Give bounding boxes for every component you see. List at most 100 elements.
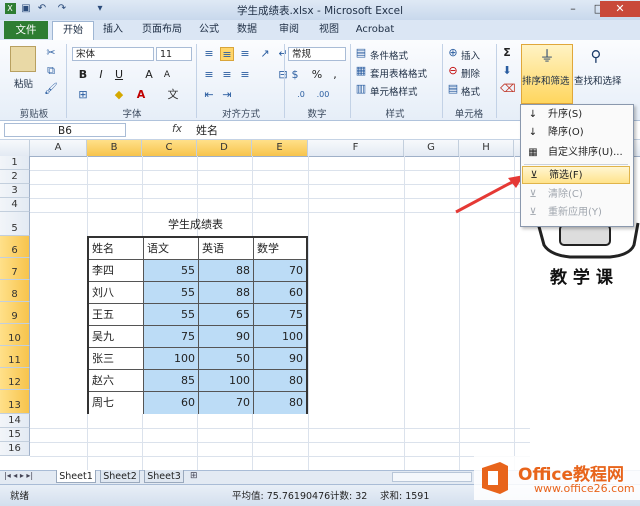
score-cell[interactable]: 80 [254, 392, 306, 414]
column-header-d[interactable]: D [197, 140, 252, 156]
column-header-a[interactable]: A [30, 140, 87, 156]
percent-button[interactable]: % [310, 68, 324, 82]
copy-icon[interactable]: ⧉ [44, 64, 58, 78]
score-cell[interactable]: 55 [144, 304, 199, 326]
score-cell[interactable]: 100 [199, 370, 254, 392]
cell-styles-button[interactable]: 单元格样式 [370, 84, 418, 98]
increase-indent-icon[interactable]: ⇥ [220, 88, 234, 102]
score-cell[interactable]: 70 [254, 260, 306, 282]
row-header-10[interactable]: 10 [0, 324, 30, 346]
italic-button[interactable]: I [94, 68, 108, 82]
align-bottom-icon[interactable]: ≡ [238, 47, 252, 61]
menu-item-filter[interactable]: ⊻ 筛选(F) [522, 166, 630, 184]
phonetic-button[interactable]: 文 [166, 88, 180, 102]
score-cell[interactable]: 60 [144, 392, 199, 414]
row-header-11[interactable]: 11 [0, 346, 30, 368]
fill-color-icon[interactable]: ◆ [112, 88, 126, 102]
row-header-2[interactable]: 2 [0, 170, 30, 184]
header-cell[interactable]: 语文 [144, 238, 199, 260]
format-as-table-button[interactable]: 套用表格格式 [370, 66, 427, 80]
increase-decimal-icon[interactable]: .0 [294, 88, 308, 102]
name-cell[interactable]: 周七 [89, 392, 144, 414]
insert-icon[interactable]: ⊕ [446, 46, 460, 60]
row-header-3[interactable]: 3 [0, 184, 30, 198]
score-cell[interactable]: 75 [144, 326, 199, 348]
column-header-h[interactable]: H [459, 140, 514, 156]
row-header-16[interactable]: 16 [0, 442, 30, 456]
format-icon[interactable]: ▤ [446, 82, 460, 96]
column-header-e[interactable]: E [252, 140, 308, 156]
new-sheet-icon[interactable]: ⊞ [190, 471, 204, 482]
font-color-icon[interactable]: A [134, 88, 148, 102]
autosum-icon[interactable]: Σ [500, 46, 514, 60]
row-header-5[interactable]: 5 [0, 212, 30, 236]
score-cell[interactable]: 88 [199, 282, 254, 304]
tab-home[interactable]: 开始 [52, 21, 94, 40]
row-header-14[interactable]: 14 [0, 414, 30, 428]
header-cell[interactable]: 数学 [254, 238, 306, 260]
find-select-button[interactable]: 查找和选择 [574, 73, 622, 87]
tab-review[interactable]: 审阅 [274, 21, 304, 39]
score-cell[interactable]: 80 [254, 370, 306, 392]
formula-input[interactable]: 姓名 [196, 122, 218, 138]
name-cell[interactable]: 刘八 [89, 282, 144, 304]
tab-formulas[interactable]: 公式 [194, 21, 224, 39]
align-center-icon[interactable]: ≡ [220, 68, 234, 82]
tab-insert[interactable]: 插入 [96, 21, 130, 39]
score-cell[interactable]: 90 [199, 326, 254, 348]
font-name-select[interactable]: 宋体 [72, 47, 154, 61]
header-cell[interactable]: 英语 [199, 238, 254, 260]
decrease-indent-icon[interactable]: ⇤ [202, 88, 216, 102]
sheet-nav-icon[interactable]: |◂ ◂ ▸ ▸| [4, 471, 33, 480]
conditional-format-button[interactable]: 条件格式 [370, 48, 408, 62]
select-all-corner[interactable] [0, 140, 30, 156]
paste-button[interactable]: 粘贴 [14, 76, 33, 90]
tab-page-layout[interactable]: 页面布局 [136, 21, 188, 39]
row-header-4[interactable]: 4 [0, 198, 30, 212]
menu-item-custom-sort[interactable]: ▦ 自定义排序(U)... [522, 144, 630, 162]
column-header-c[interactable]: C [142, 140, 197, 156]
name-cell[interactable]: 李四 [89, 260, 144, 282]
name-box[interactable]: B6 [4, 123, 126, 137]
name-cell[interactable]: 赵六 [89, 370, 144, 392]
insert-button[interactable]: 插入 [461, 48, 480, 62]
score-cell[interactable]: 70 [199, 392, 254, 414]
score-cell[interactable]: 85 [144, 370, 199, 392]
column-header-f[interactable]: F [308, 140, 404, 156]
border-icon[interactable]: ⊞ [76, 88, 90, 102]
bold-button[interactable]: B [76, 68, 90, 82]
row-header-15[interactable]: 15 [0, 428, 30, 442]
format-painter-icon[interactable]: 🖌 [44, 82, 58, 96]
score-cell[interactable]: 100 [254, 326, 306, 348]
sheet-tab-sheet1[interactable]: Sheet1 [56, 470, 96, 483]
binoculars-icon[interactable]: ⚲ [586, 46, 606, 66]
close-button[interactable]: ✕ [600, 1, 640, 17]
score-cell[interactable]: 75 [254, 304, 306, 326]
score-cell[interactable]: 90 [254, 348, 306, 370]
name-cell[interactable]: 张三 [89, 348, 144, 370]
score-cell[interactable]: 100 [144, 348, 199, 370]
currency-icon[interactable]: $ [288, 68, 302, 82]
column-header-b[interactable]: B [87, 140, 142, 156]
horizontal-scrollbar[interactable] [392, 472, 472, 482]
comma-button[interactable]: , [328, 68, 342, 82]
delete-button[interactable]: 删除 [461, 66, 480, 80]
number-format-select[interactable]: 常规 [288, 47, 346, 61]
underline-button[interactable]: U [112, 68, 126, 82]
score-cell[interactable]: 65 [199, 304, 254, 326]
row-header-6[interactable]: 6 [0, 236, 30, 258]
header-cell[interactable]: 姓名 [89, 238, 144, 260]
cell-styles-icon[interactable]: ▥ [354, 82, 368, 96]
embedded-picture[interactable]: 教 学 课 [530, 215, 640, 310]
font-size-select[interactable]: 11 [156, 47, 192, 61]
delete-icon[interactable]: ⊖ [446, 64, 460, 78]
fill-icon[interactable]: ⬇ [500, 64, 514, 78]
column-header-g[interactable]: G [404, 140, 459, 156]
tab-acrobat[interactable]: Acrobat [352, 21, 398, 39]
shrink-font-icon[interactable]: A [160, 68, 174, 82]
sheet-tab-sheet3[interactable]: Sheet3 [144, 470, 184, 483]
orientation-icon[interactable]: ↗ [258, 47, 272, 61]
row-header-9[interactable]: 9 [0, 302, 30, 324]
menu-item-sort-descending[interactable]: ↓ 降序(O) [522, 124, 630, 142]
score-cell[interactable]: 60 [254, 282, 306, 304]
